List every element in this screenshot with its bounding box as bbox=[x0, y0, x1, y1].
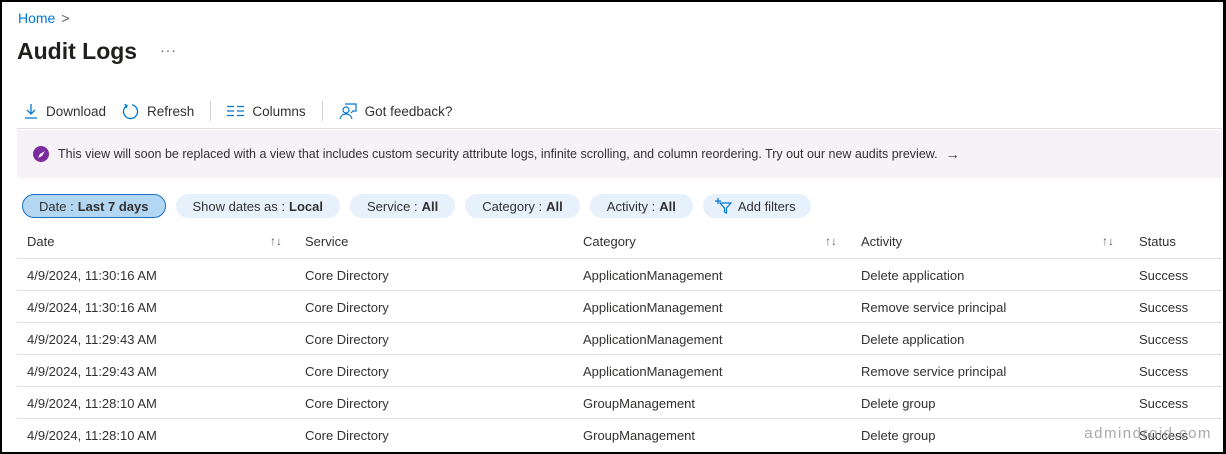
filter-service[interactable]: Service : All bbox=[349, 194, 456, 218]
toolbar-divider bbox=[210, 101, 212, 121]
columns-button[interactable]: Columns bbox=[227, 103, 306, 119]
feedback-button[interactable]: Got feedback? bbox=[339, 102, 453, 120]
banner-text: This view will soon be replaced with a v… bbox=[58, 147, 938, 161]
add-filters-button[interactable]: Add filters bbox=[702, 194, 811, 218]
filter-bar: Date : Last 7 days Show dates as : Local S… bbox=[22, 194, 811, 218]
filter-show-dates[interactable]: Show dates as : Local bbox=[175, 194, 340, 218]
sort-icon[interactable]: ↑↓ bbox=[270, 234, 282, 248]
cell-activity: Remove service principal bbox=[861, 300, 1007, 315]
table-row[interactable]: 4/9/2024, 11:28:10 AM Core Directory Group… bbox=[17, 418, 1222, 450]
refresh-label: Refresh bbox=[147, 103, 195, 119]
breadcrumb: Home > bbox=[18, 10, 70, 26]
table-header: Date ↑↓ Service Category ↑↓ Activity ↑↓ … bbox=[17, 225, 1222, 257]
toolbar-divider-line bbox=[17, 128, 1222, 129]
cell-status: Success bbox=[1139, 300, 1189, 315]
toolbar: Download Refresh Columns Got feedback? bbox=[24, 100, 468, 122]
filter-value: All bbox=[659, 198, 676, 214]
feedback-label: Got feedback? bbox=[364, 103, 453, 119]
table-row[interactable]: 4/9/2024, 11:29:43 AM Core Directory Appli… bbox=[17, 354, 1222, 386]
header-service[interactable]: Service bbox=[305, 234, 348, 249]
filter-label: Activity : bbox=[606, 198, 656, 214]
toolbar-divider bbox=[321, 101, 323, 121]
cell-status: Success bbox=[1139, 364, 1189, 379]
columns-icon bbox=[227, 105, 245, 117]
filter-date[interactable]: Date : Last 7 days bbox=[22, 194, 166, 218]
preview-banner: This view will soon be replaced with a v… bbox=[17, 130, 1222, 178]
cell-date: 4/9/2024, 11:30:16 AM bbox=[27, 268, 157, 283]
add-filters-label: Add filters bbox=[737, 198, 796, 214]
filter-value: All bbox=[421, 198, 439, 214]
cell-category: ApplicationManagement bbox=[583, 364, 723, 379]
filter-category[interactable]: Category : All bbox=[465, 194, 580, 218]
cell-date: 4/9/2024, 11:29:43 AM bbox=[27, 332, 157, 347]
cell-status: Success bbox=[1139, 396, 1189, 411]
filter-value: Last 7 days bbox=[77, 198, 149, 214]
sort-icon[interactable]: ↑↓ bbox=[1102, 234, 1114, 248]
header-activity[interactable]: Activity bbox=[861, 234, 902, 249]
cell-category: GroupManagement bbox=[583, 428, 696, 443]
cell-activity: Delete group bbox=[861, 396, 936, 411]
cell-status: Success bbox=[1139, 268, 1189, 283]
cell-service: Core Directory bbox=[305, 268, 389, 283]
cell-service: Core Directory bbox=[305, 332, 389, 347]
arrow-right-icon[interactable]: → bbox=[946, 146, 960, 162]
cell-service: Core Directory bbox=[305, 364, 389, 379]
page-title: Audit Logs bbox=[17, 38, 138, 64]
cell-service: Core Directory bbox=[305, 396, 389, 411]
header-date[interactable]: Date bbox=[27, 234, 54, 249]
table-row[interactable]: 4/9/2024, 11:28:10 AM Core Directory Group… bbox=[17, 386, 1222, 418]
download-label: Download bbox=[46, 103, 107, 119]
cell-activity: Delete group bbox=[861, 428, 936, 443]
breadcrumb-home[interactable]: Home bbox=[18, 10, 55, 26]
table-row[interactable]: 4/9/2024, 11:30:16 AM Core Directory Appli… bbox=[17, 258, 1222, 290]
chevron-right-icon: > bbox=[61, 10, 70, 26]
cell-category: ApplicationManagement bbox=[583, 268, 723, 283]
table-row[interactable]: 4/9/2024, 11:29:43 AM Core Directory Appli… bbox=[17, 322, 1222, 354]
cell-category: GroupManagement bbox=[583, 396, 696, 411]
cell-category: ApplicationManagement bbox=[583, 332, 723, 347]
header-status[interactable]: Status bbox=[1139, 234, 1176, 249]
cell-activity: Delete application bbox=[861, 332, 965, 347]
filter-label: Category : bbox=[482, 198, 543, 214]
cell-activity: Delete application bbox=[861, 268, 965, 283]
cell-service: Core Directory bbox=[305, 300, 389, 315]
filter-activity[interactable]: Activity : All bbox=[589, 194, 693, 218]
cell-date: 4/9/2024, 11:28:10 AM bbox=[27, 396, 157, 411]
filter-label: Date : bbox=[39, 198, 74, 214]
filter-value: All bbox=[546, 198, 563, 214]
cell-date: 4/9/2024, 11:30:16 AM bbox=[27, 300, 157, 315]
table-row[interactable]: 4/9/2024, 11:30:16 AM Core Directory Appli… bbox=[17, 290, 1222, 322]
more-options-button[interactable]: ··· bbox=[160, 42, 177, 58]
cell-activity: Remove service principal bbox=[861, 364, 1007, 379]
filter-value: Local bbox=[289, 198, 323, 214]
refresh-icon bbox=[122, 103, 139, 119]
cell-service: Core Directory bbox=[305, 428, 389, 443]
add-filter-icon bbox=[714, 198, 732, 214]
columns-label: Columns bbox=[252, 103, 306, 119]
cell-status: Success bbox=[1139, 332, 1189, 347]
refresh-button[interactable]: Refresh bbox=[122, 103, 194, 120]
cell-date: 4/9/2024, 11:29:43 AM bbox=[27, 364, 157, 379]
cell-date: 4/9/2024, 11:28:10 AM bbox=[27, 428, 157, 443]
feedback-icon bbox=[339, 103, 357, 120]
download-button[interactable]: Download bbox=[24, 103, 106, 119]
cell-category: ApplicationManagement bbox=[583, 300, 723, 315]
header-category[interactable]: Category bbox=[583, 234, 636, 249]
filter-label: Show dates as : bbox=[192, 198, 286, 214]
sort-icon[interactable]: ↑↓ bbox=[825, 234, 837, 248]
watermark: admindroid.com bbox=[1084, 425, 1212, 442]
filter-label: Service : bbox=[366, 198, 418, 214]
download-icon bbox=[25, 104, 37, 119]
rocket-icon bbox=[33, 146, 49, 162]
